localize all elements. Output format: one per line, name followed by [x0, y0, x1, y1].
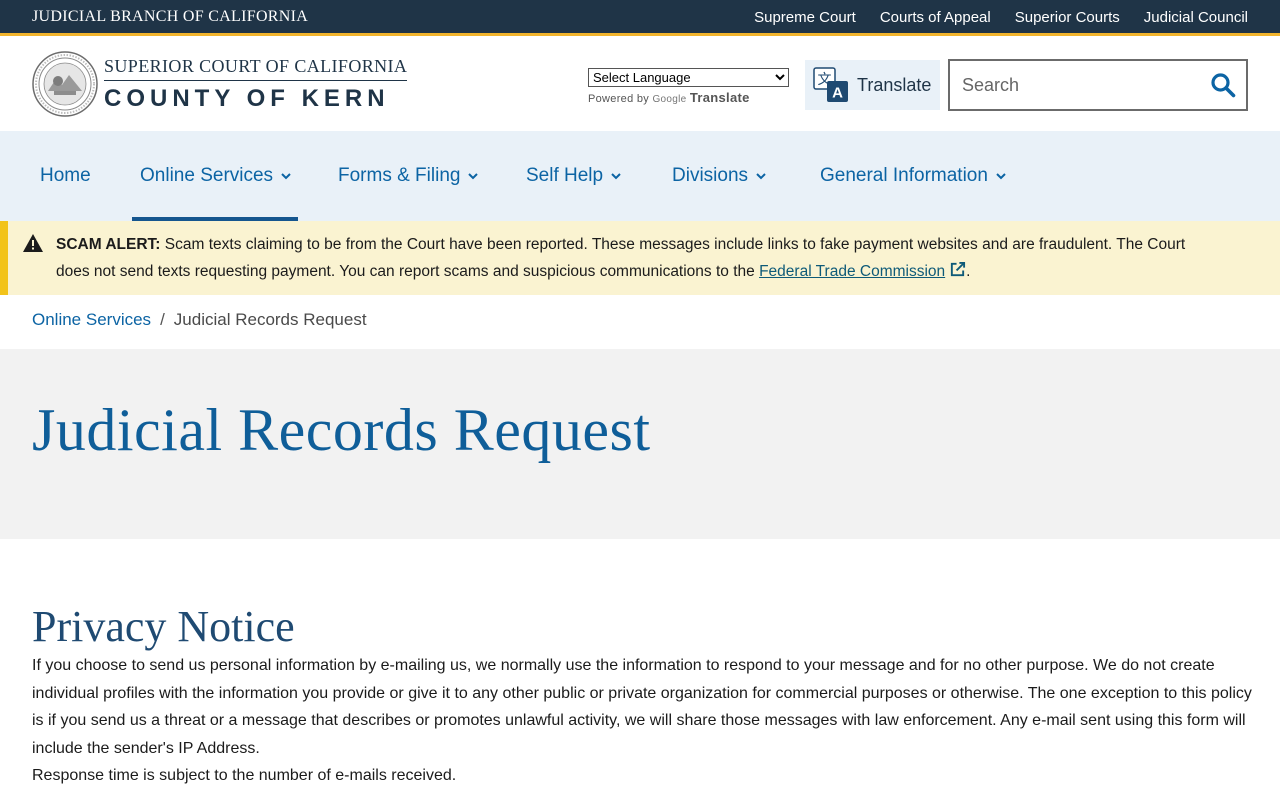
breadcrumb-online-services[interactable]: Online Services [32, 310, 151, 330]
chevron-down-icon [611, 173, 621, 180]
breadcrumb-current: Judicial Records Request [173, 310, 367, 329]
response-time-paragraph: Response time is subject to the number o… [32, 767, 457, 784]
site-logo[interactable]: SUPERIOR COURT OF CALIFORNIA COUNTY OF K… [32, 51, 408, 117]
privacy-paragraph: If you choose to send us personal inform… [32, 657, 1252, 757]
nav-label: Divisions [672, 165, 749, 186]
page-title-band: Judicial Records Request [0, 349, 1280, 539]
nav-label: General Information [820, 165, 988, 186]
chevron-down-icon [468, 173, 479, 180]
breadcrumb: Online Services / Judicial Records Reque… [32, 310, 367, 330]
logo-line-superior-court: SUPERIOR COURT OF CALIFORNIA [104, 56, 408, 81]
nav-online-services[interactable]: Online Services [140, 131, 292, 221]
external-link-icon[interactable] [949, 261, 966, 278]
scam-alert-banner: SCAM ALERT: Scam texts claiming to be fr… [0, 221, 1280, 295]
powered-by-google-translate: Powered by Google Translate [588, 90, 789, 105]
alert-text: Scam texts claiming to be from the Court… [56, 236, 1186, 280]
search-input[interactable] [950, 63, 1200, 107]
nav-label: Forms & Filing [338, 165, 461, 186]
ftc-link[interactable]: Federal Trade Commission [759, 263, 945, 280]
warning-icon [23, 234, 43, 252]
search-icon[interactable] [1210, 72, 1236, 98]
court-seal-icon [32, 51, 98, 117]
nav-label: Online Services [140, 165, 274, 186]
nav-forms-filing[interactable]: Forms & Filing [338, 131, 479, 221]
powered-by-text: Powered by [588, 93, 650, 105]
main-content: Privacy Notice If you choose to send us … [32, 602, 1252, 790]
site-header: SUPERIOR COURT OF CALIFORNIA COUNTY OF K… [0, 39, 1280, 131]
alert-end: . [966, 263, 971, 280]
logo-line-county-of-kern: COUNTY OF KERN [104, 84, 390, 112]
nav-divisions[interactable]: Divisions [672, 131, 767, 221]
google-logo-text: Google [652, 94, 687, 105]
translate-brand-text: Translate [689, 90, 750, 105]
chevron-down-icon [281, 173, 291, 180]
nav-label: Home [40, 165, 91, 186]
top-link-courts-of-appeal[interactable]: Courts of Appeal [880, 9, 991, 26]
nav-general-information[interactable]: General Information [820, 131, 1007, 221]
top-link-supreme-court[interactable]: Supreme Court [754, 9, 856, 26]
google-translate-widget: Select Language Powered by Google Transl… [588, 68, 789, 105]
translate-icon: 文 A [813, 67, 848, 102]
nav-label: Self Help [526, 165, 604, 186]
alert-message: SCAM ALERT: Scam texts claiming to be fr… [56, 231, 1216, 285]
translate-button-label: Translate [857, 74, 932, 95]
svg-text:A: A [832, 85, 843, 102]
alert-label: SCAM ALERT: [56, 236, 161, 253]
search-box [948, 59, 1248, 111]
main-nav: Home Online Services Forms & Filing Self… [0, 131, 1280, 221]
top-links: Supreme Court Courts of Appeal Superior … [754, 9, 1248, 26]
language-select[interactable]: Select Language [588, 68, 789, 87]
breadcrumb-separator: / [160, 310, 165, 329]
chevron-down-icon [756, 173, 766, 180]
privacy-notice-heading: Privacy Notice [32, 602, 295, 651]
top-bar: JUDICIAL BRANCH OF CALIFORNIA Supreme Co… [0, 0, 1280, 36]
top-link-judicial-council[interactable]: Judicial Council [1144, 9, 1248, 26]
translate-button[interactable]: 文 A Translate [805, 60, 940, 110]
nav-home[interactable]: Home [40, 131, 91, 221]
nav-self-help[interactable]: Self Help [526, 131, 622, 221]
page-title: Judicial Records Request [32, 397, 651, 463]
top-link-superior-courts[interactable]: Superior Courts [1015, 9, 1120, 26]
judicial-branch-brand[interactable]: JUDICIAL BRANCH OF CALIFORNIA [32, 8, 308, 26]
chevron-down-icon [996, 173, 1006, 180]
